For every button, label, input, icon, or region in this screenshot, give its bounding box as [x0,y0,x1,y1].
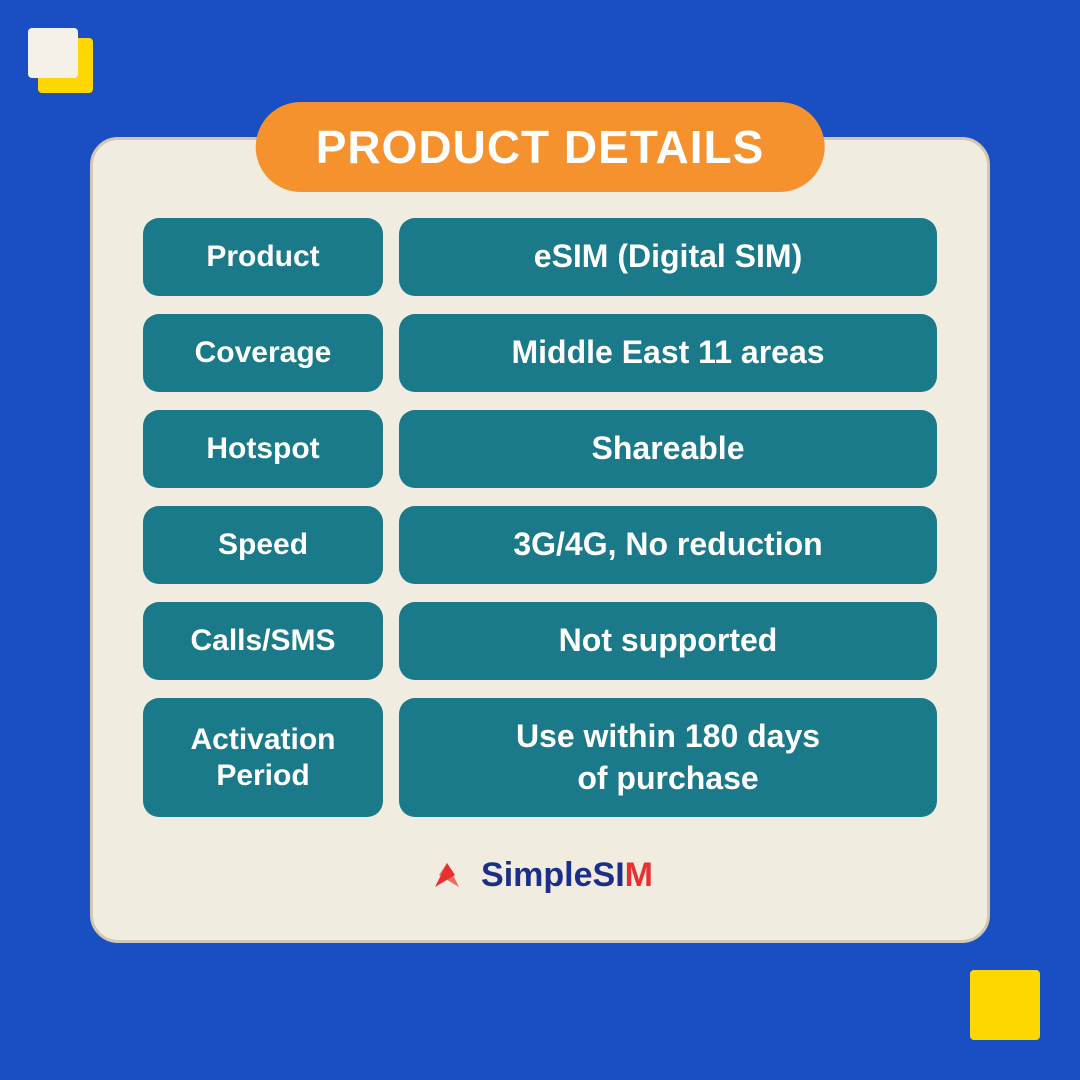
value-speed: 3G/4G, No reduction [399,506,937,584]
table-row: Speed 3G/4G, No reduction [143,506,937,584]
label-text: Speed [218,527,308,563]
table-row: Product eSIM (Digital SIM) [143,218,937,296]
main-card: PRODUCT DETAILS Product eSIM (Digital SI… [90,137,990,943]
label-text: Hotspot [206,431,319,467]
value-text: 3G/4G, No reduction [513,524,822,566]
label-calls-sms: Calls/SMS [143,602,383,680]
value-calls-sms: Not supported [399,602,937,680]
square-front [28,28,78,78]
table-row: Hotspot Shareable [143,410,937,488]
value-activation-period: Use within 180 days of purchase [399,698,937,817]
label-hotspot: Hotspot [143,410,383,488]
value-text: Shareable [592,428,745,470]
value-coverage: Middle East 11 areas [399,314,937,392]
value-text: Use within 180 days of purchase [516,716,820,799]
label-text: Coverage [195,335,332,371]
table-row: Coverage Middle East 11 areas [143,314,937,392]
label-activation-period: Activation Period [143,698,383,817]
detail-rows-container: Product eSIM (Digital SIM) Coverage Midd… [143,218,937,817]
value-text: Not supported [559,620,778,662]
value-hotspot: Shareable [399,410,937,488]
table-row: Calls/SMS Not supported [143,602,937,680]
value-text: eSIM (Digital SIM) [534,236,802,278]
value-text: Middle East 11 areas [511,332,824,374]
title-badge: PRODUCT DETAILS [256,102,825,192]
label-text: Product [206,239,319,275]
table-row: Activation Period Use within 180 days of… [143,698,937,817]
corner-decoration-top-left [28,28,108,108]
label-speed: Speed [143,506,383,584]
brand-name-simple: SimpleSI [481,856,625,894]
corner-decoration-bottom-right [970,970,1040,1040]
brand-footer: SimpleSIM [427,855,653,895]
page-title: PRODUCT DETAILS [316,121,765,173]
label-coverage: Coverage [143,314,383,392]
simplesim-logo-icon [427,855,467,895]
label-text: Calls/SMS [190,623,335,659]
label-product: Product [143,218,383,296]
brand-name: SimpleSIM [481,856,653,895]
brand-name-m: M [625,856,653,894]
label-text: Activation Period [190,722,335,794]
value-product: eSIM (Digital SIM) [399,218,937,296]
